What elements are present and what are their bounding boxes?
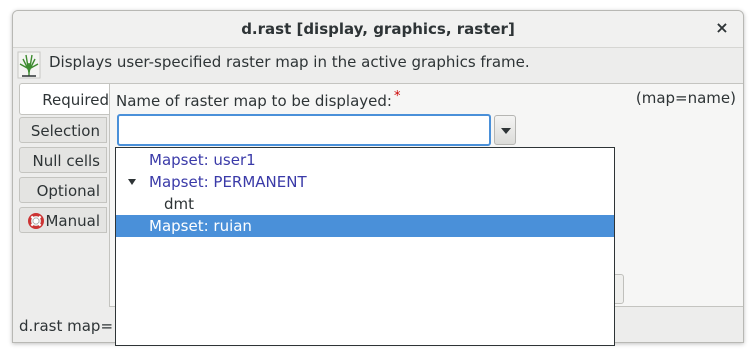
raster-map-label: Name of raster map to be displayed: * xyxy=(116,89,400,110)
tree-item-label: Mapset: ruian xyxy=(149,217,252,235)
expander-triangle-icon[interactable] xyxy=(128,179,136,185)
mapset-dropdown-list[interactable]: Mapset: user1 Mapset: PERMANENT dmt Maps… xyxy=(115,147,615,346)
tree-item-label: Mapset: user1 xyxy=(149,151,256,169)
close-icon[interactable]: × xyxy=(713,19,731,37)
tab-manual[interactable]: Manual xyxy=(19,207,107,233)
raster-map-label-text: Name of raster map to be displayed: xyxy=(116,92,392,110)
tab-optional[interactable]: Optional xyxy=(19,177,107,203)
tab-required[interactable]: Required xyxy=(19,83,115,115)
tree-item-mapset-ruian[interactable]: Mapset: ruian xyxy=(116,215,614,237)
module-description: Displays user-specified raster map in th… xyxy=(49,53,530,71)
tree-item-mapset-permanent[interactable]: Mapset: PERMANENT xyxy=(116,171,614,193)
window-title: d.rast [display, graphics, raster] xyxy=(241,20,515,38)
tree-item-map-dmt[interactable]: dmt xyxy=(116,193,614,215)
tab-manual-label: Manual xyxy=(45,212,100,230)
raster-map-input[interactable] xyxy=(117,114,491,146)
tree-item-mapset-user1[interactable]: Mapset: user1 xyxy=(116,149,614,171)
tab-selection[interactable]: Selection xyxy=(19,117,107,143)
combo-dropdown-button[interactable] xyxy=(494,115,516,145)
tree-item-label: Mapset: PERMANENT xyxy=(149,173,307,191)
tab-null-cells[interactable]: Null cells xyxy=(19,147,107,173)
command-preview: d.rast map= xyxy=(19,317,114,335)
required-asterisk: * xyxy=(393,89,401,104)
title-bar[interactable]: d.rast [display, graphics, raster] × xyxy=(13,11,743,48)
lifebuoy-icon xyxy=(28,213,45,229)
tree-item-label: dmt xyxy=(164,195,195,213)
parameter-key: (map=name) xyxy=(635,89,736,107)
grass-logo-icon xyxy=(17,51,41,79)
